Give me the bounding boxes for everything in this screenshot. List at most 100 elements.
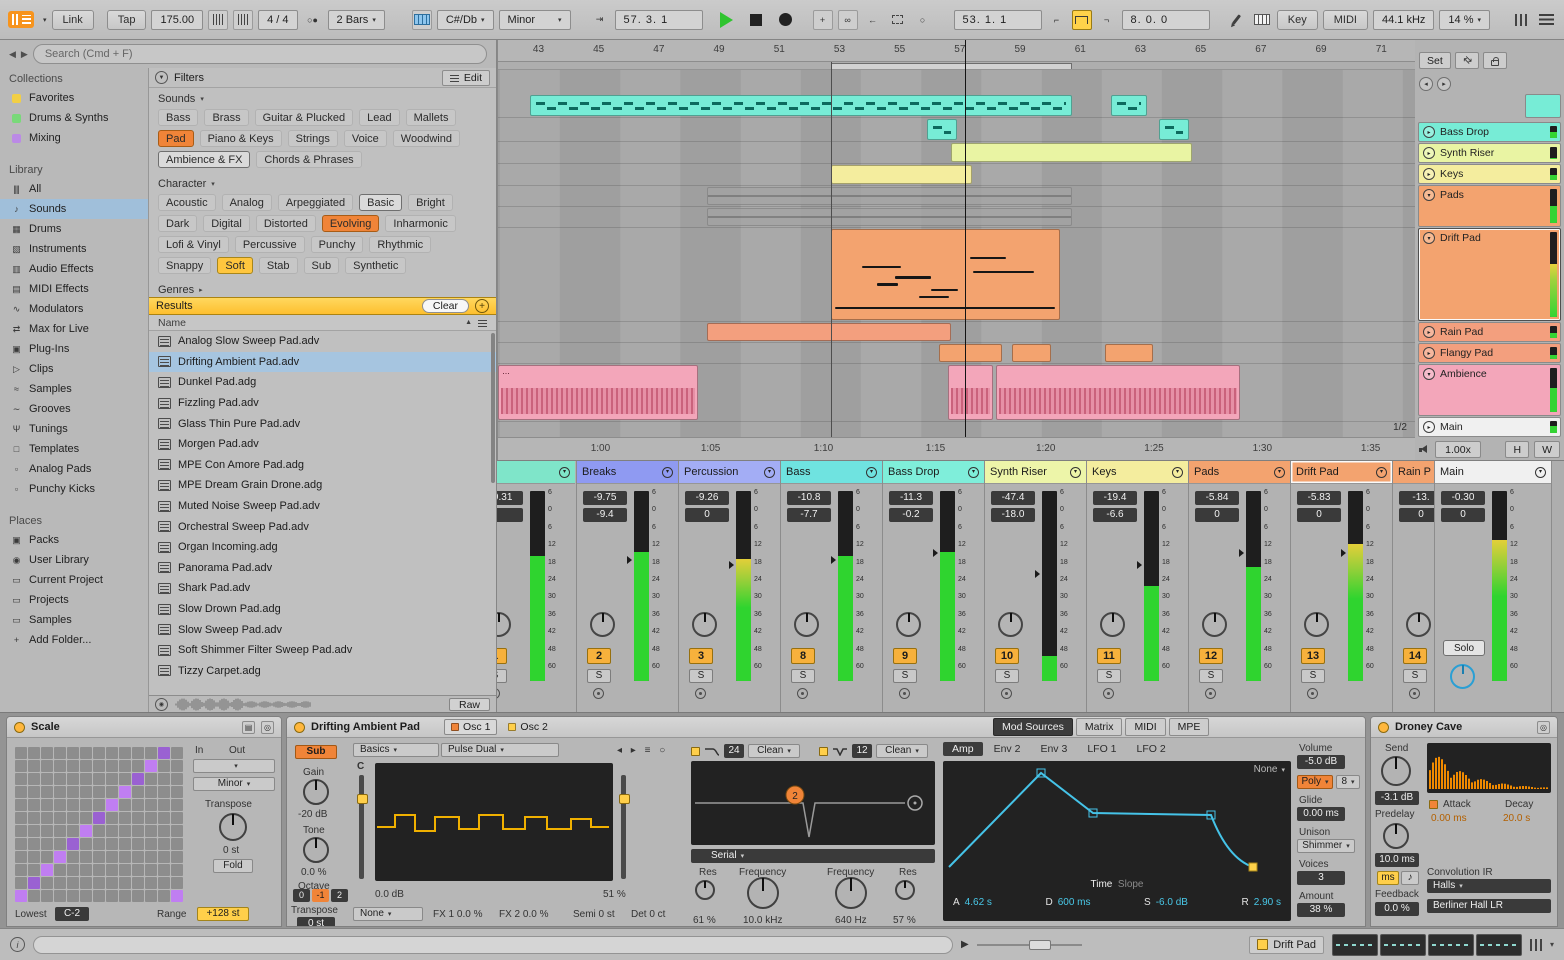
capture-midi-icon[interactable]: ○ (913, 10, 933, 30)
mixer-track-title[interactable]: Percussion ▾ (679, 461, 780, 484)
clip-pink-15[interactable] (996, 365, 1241, 420)
tab-matrix[interactable]: Matrix (1075, 718, 1123, 736)
filter-tag-mallets[interactable]: Mallets (405, 109, 457, 126)
track-activator[interactable]: 13 (1301, 648, 1325, 664)
scale-grid-cell[interactable] (119, 864, 131, 876)
detune-value[interactable]: Det 0 ct (631, 909, 665, 920)
fader-value[interactable]: 0 (685, 508, 729, 522)
scale-grid-cell[interactable] (67, 812, 79, 824)
filter-group-character[interactable]: Character ▾ (149, 173, 496, 191)
scale-grid-cell[interactable] (54, 851, 66, 863)
scale-grid-cell[interactable] (132, 812, 144, 824)
scale-grid-cell[interactable] (119, 786, 131, 798)
scale-grid-cell[interactable] (171, 877, 183, 889)
scale-grid-cell[interactable] (119, 825, 131, 837)
filter-tag-evolving[interactable]: Evolving (321, 215, 380, 232)
hot-swap-icon[interactable]: ◎ (261, 720, 274, 734)
filter1-freq-knob[interactable] (747, 877, 779, 909)
device-thumbnail[interactable] (1427, 933, 1474, 956)
mixer-track-title[interactable]: Pads ▾ (1189, 461, 1290, 484)
zoom-to-fit-button[interactable]: ⇄ (1454, 52, 1480, 69)
voices-value[interactable]: 3 (1297, 871, 1345, 885)
raw-button[interactable]: Raw (448, 697, 490, 711)
loop-switch[interactable] (1071, 9, 1092, 30)
fader-value[interactable]: -0.2 (889, 508, 933, 522)
octave-button-1[interactable]: -1 (312, 889, 329, 902)
solo-button[interactable]: S (995, 669, 1019, 683)
status-text-field[interactable] (33, 935, 953, 954)
scale-grid-cell[interactable] (93, 760, 105, 772)
scale-grid-cell[interactable] (145, 890, 157, 902)
filter-tag-acoustic[interactable]: Acoustic (158, 194, 216, 211)
pan-knob[interactable] (692, 612, 717, 637)
env-mode-switch[interactable]: Time Slope (943, 879, 1291, 890)
clip-pink-13[interactable]: ... (498, 365, 699, 420)
pan-knob[interactable] (590, 612, 615, 637)
unfold-icon[interactable]: ▾ (1423, 189, 1435, 201)
mixer-track-title[interactable]: Keys ▾ (1087, 461, 1188, 484)
scale-grid-cell[interactable] (171, 799, 183, 811)
collapse-icon[interactable]: ▾ (1376, 466, 1387, 478)
tap-tempo-button[interactable]: Tap (106, 9, 147, 30)
sidebar-item-add-folder[interactable]: + Add Folder... (0, 630, 148, 650)
transpose-value[interactable]: 0 st (223, 845, 239, 856)
scale-grid-cell[interactable] (93, 877, 105, 889)
lock-envelopes-button[interactable] (1483, 52, 1508, 69)
pan-knob[interactable] (1450, 664, 1475, 689)
add-filter-icon[interactable]: + (475, 299, 489, 313)
tab-lfo-2[interactable]: LFO 2 (1128, 742, 1175, 756)
track-header-bass-drop[interactable]: ▸ Bass Drop (1418, 122, 1561, 142)
scale-grid-cell[interactable] (41, 773, 53, 785)
nudge-down-icon[interactable] (208, 9, 229, 30)
arm-button[interactable] (593, 688, 604, 699)
overdub-icon[interactable]: + (812, 9, 833, 30)
peak-level-display[interactable]: -47.4 (991, 491, 1035, 505)
scale-grid-cell[interactable] (54, 747, 66, 759)
device-activator-icon[interactable] (294, 721, 305, 733)
sidebar-item-samples[interactable]: ▭ Samples (0, 610, 148, 630)
track-activator[interactable]: 2 (587, 648, 611, 664)
sidebar-item-max-for-live[interactable]: ⇄ Max for Live (0, 319, 148, 339)
filter-tag-bright[interactable]: Bright (408, 194, 453, 211)
pan-knob[interactable] (497, 612, 511, 637)
selected-device-chip[interactable]: Drift Pad (1249, 935, 1324, 954)
scale-grid-cell[interactable] (80, 786, 92, 798)
scale-map-selector[interactable]: ▾ (193, 759, 275, 773)
scale-grid-cell[interactable] (93, 799, 105, 811)
sidebar-item-midi-effects[interactable]: ▤ MIDI Effects (0, 279, 148, 299)
clip-cyan-3[interactable] (1158, 119, 1190, 140)
sidebar-item-mixing[interactable]: Mixing (0, 128, 148, 148)
filter-tag-stab[interactable]: Stab (258, 257, 298, 274)
pan-knob[interactable] (1406, 612, 1431, 637)
scale-grid-cell[interactable] (93, 825, 105, 837)
nudge-up-icon[interactable] (233, 9, 254, 30)
draw-pencil-icon[interactable] (1227, 10, 1247, 30)
envelope-s-control[interactable]: S -6.0 dB (1144, 897, 1188, 908)
set-button[interactable]: Set (1419, 52, 1451, 69)
scale-grid-cell[interactable] (132, 838, 144, 850)
lowest-value[interactable]: C-2 (55, 907, 89, 921)
filter-tag-distorted[interactable]: Distorted (255, 215, 316, 232)
scale-grid-cell[interactable] (15, 864, 27, 876)
result-item-shark-pad-adv[interactable]: Shark Pad.adv (149, 578, 496, 599)
track-activator[interactable]: 10 (995, 648, 1019, 664)
volume-value[interactable]: -5.0 dB (1297, 755, 1345, 769)
filter2-freq-knob[interactable] (835, 877, 867, 909)
result-item-muted-noise-sweep-pad-adv[interactable]: Muted Noise Sweep Pad.adv (149, 496, 496, 517)
poly-mode-selector[interactable]: Poly ▾ (1297, 775, 1333, 789)
scale-grid-cell[interactable] (93, 864, 105, 876)
envelope-display[interactable]: None ▾ Time Slope A 4.62 s D 600 ms S -6.0 dB R… (943, 761, 1291, 921)
arm-button[interactable] (1307, 688, 1318, 699)
cpu-meter[interactable]: 14 % ▾ (1439, 9, 1490, 30)
unfold-icon[interactable]: ▸ (1423, 126, 1435, 138)
scale-grid-cell[interactable] (80, 747, 92, 759)
scale-grid-cell[interactable] (54, 773, 66, 785)
collapse-icon[interactable]: ▾ (764, 466, 775, 478)
result-item-organ-incoming-adg[interactable]: Organ Incoming.adg (149, 537, 496, 558)
result-item-panorama-pad-adv[interactable]: Panorama Pad.adv (149, 558, 496, 579)
scale-grid-cell[interactable] (15, 747, 27, 759)
filter2-slope[interactable]: 12 (852, 744, 872, 758)
clip-lime-4[interactable] (951, 143, 1193, 162)
wave-position-slider[interactable] (357, 775, 368, 879)
solo-button[interactable]: S (1403, 669, 1427, 683)
